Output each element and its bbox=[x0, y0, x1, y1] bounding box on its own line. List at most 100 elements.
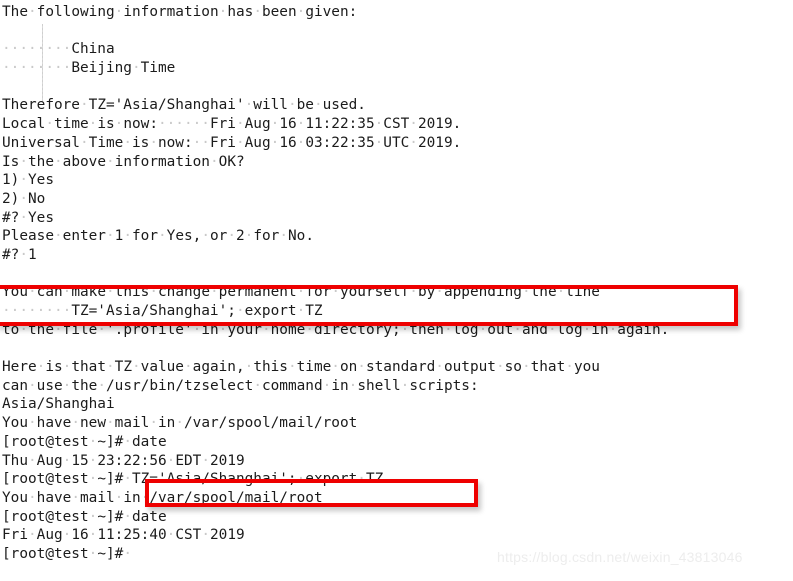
whitespace-dots: · bbox=[296, 284, 306, 301]
line-text: China bbox=[71, 41, 115, 58]
whitespace-dots: · bbox=[435, 284, 444, 301]
line-text: 15 bbox=[71, 452, 89, 469]
whitespace-dots: · bbox=[296, 4, 306, 20]
whitespace-dots: · bbox=[218, 321, 228, 338]
terminal-line: [root@test·~]#·date bbox=[2, 508, 793, 527]
whitespace-dots: · bbox=[261, 321, 271, 338]
line-text: is bbox=[45, 359, 63, 376]
whitespace-dots: · bbox=[305, 321, 314, 338]
line-text: log bbox=[452, 321, 479, 338]
whitespace-dots: · bbox=[582, 321, 592, 338]
terminal-line: can·use·the·/usr/bin/tzselect·command·in… bbox=[2, 377, 793, 396]
whitespace-dots: · bbox=[71, 415, 80, 432]
line-text: Please bbox=[2, 228, 54, 245]
whitespace-dots: · bbox=[296, 303, 306, 319]
whitespace-dots: · bbox=[28, 527, 37, 544]
whitespace-dots: · bbox=[331, 359, 340, 376]
line-text: [root@test bbox=[2, 471, 89, 488]
whitespace-dots: · bbox=[54, 321, 63, 338]
terminal-line: Here·is·that·TZ·value·again,·this·time·o… bbox=[2, 358, 793, 377]
whitespace-dots: · bbox=[287, 359, 297, 376]
whitespace-dots: · bbox=[235, 303, 245, 319]
line-text: ~]# bbox=[97, 545, 124, 562]
whitespace-dots: · bbox=[201, 527, 210, 544]
line-text: Yes, bbox=[166, 228, 202, 245]
line-text: 1) bbox=[2, 172, 20, 189]
whitespace-dots: · bbox=[296, 471, 306, 488]
whitespace-dots: · bbox=[348, 377, 358, 394]
whitespace-dots: · bbox=[201, 452, 210, 469]
line-text: home bbox=[270, 321, 306, 338]
line-text: Yes bbox=[28, 172, 54, 189]
whitespace-dots: · bbox=[521, 284, 531, 301]
line-text: given: bbox=[305, 4, 358, 20]
line-text: 2019. bbox=[417, 134, 462, 151]
line-text: the bbox=[71, 377, 98, 394]
line-text: command bbox=[261, 377, 323, 394]
whitespace-dots: · bbox=[106, 153, 115, 170]
whitespace-dots: · bbox=[28, 377, 37, 394]
whitespace-dots: · bbox=[54, 153, 63, 170]
line-text: in bbox=[201, 321, 219, 338]
terminal-line: ········Beijing·Time bbox=[2, 59, 793, 78]
line-text: been bbox=[261, 4, 297, 20]
line-text: this bbox=[114, 284, 150, 301]
line-text: now: bbox=[123, 116, 158, 133]
line-text: time bbox=[296, 359, 332, 376]
terminal-line: ········China bbox=[2, 40, 793, 59]
line-text: 23:22:56 bbox=[97, 452, 167, 469]
line-text: for bbox=[132, 228, 158, 245]
whitespace-dots: · bbox=[287, 97, 297, 114]
line-text: /var/spool/mail/root bbox=[184, 415, 358, 432]
line-text: directory; bbox=[313, 321, 401, 338]
whitespace-dots: · bbox=[227, 228, 236, 245]
line-text: value bbox=[140, 359, 184, 376]
terminal-line: Universal·Time·is·now:··Fri·Aug·16·03:22… bbox=[2, 134, 793, 153]
line-text: scripts: bbox=[409, 377, 479, 394]
line-text: following bbox=[36, 4, 115, 20]
line-text: change bbox=[158, 284, 210, 301]
whitespace-dots: · bbox=[400, 377, 410, 394]
whitespace-dots: · bbox=[106, 284, 115, 301]
line-text: in bbox=[591, 321, 609, 338]
line-text: 16 bbox=[279, 134, 297, 151]
line-text: line bbox=[565, 284, 600, 301]
line-text: You bbox=[2, 415, 28, 432]
line-text: out bbox=[487, 321, 514, 338]
whitespace-dots: · bbox=[175, 415, 184, 432]
line-text: /usr/bin/tzselect bbox=[106, 377, 254, 394]
line-text: TZ='Asia/Shanghai'; bbox=[71, 303, 236, 319]
whitespace-dots: · bbox=[357, 471, 366, 488]
terminal-line: Thu·Aug·15·23:22:56·EDT·2019 bbox=[2, 452, 793, 471]
line-text: Time bbox=[140, 60, 176, 77]
terminal-line: Is·the·above·information·OK? bbox=[2, 153, 793, 172]
whitespace-dots: · bbox=[322, 377, 332, 394]
line-text: Beijing bbox=[71, 60, 132, 77]
line-text: #? bbox=[2, 209, 20, 226]
whitespace-dots: · bbox=[88, 433, 98, 450]
whitespace-dots: · bbox=[279, 228, 289, 245]
line-text: so bbox=[504, 359, 522, 376]
line-text: EDT bbox=[175, 452, 202, 469]
terminal-window[interactable]: The·following·information·has·been·given… bbox=[0, 0, 793, 581]
whitespace-dots: · bbox=[244, 97, 254, 114]
line-text: Fri bbox=[209, 116, 236, 133]
whitespace-dots: · bbox=[409, 116, 418, 133]
line-text: have bbox=[36, 489, 72, 506]
line-text: TZ='Asia/Shanghai'; bbox=[131, 471, 297, 488]
whitespace-dots: · bbox=[270, 134, 280, 151]
line-text: The bbox=[2, 4, 28, 20]
whitespace-dots: · bbox=[400, 321, 410, 338]
line-text: 16 bbox=[71, 527, 89, 544]
line-text: the bbox=[530, 284, 557, 301]
line-text: ~]# bbox=[97, 433, 124, 450]
line-text: 1 bbox=[28, 246, 37, 263]
line-text: enter bbox=[62, 228, 106, 245]
whitespace-dots: · bbox=[97, 321, 106, 338]
line-text: [root@test bbox=[2, 508, 89, 525]
whitespace-dots: · bbox=[495, 359, 505, 376]
whitespace-dots: · bbox=[45, 116, 54, 133]
line-text: make bbox=[71, 284, 106, 301]
whitespace-dots: · bbox=[192, 321, 202, 338]
line-text: Universal bbox=[2, 134, 80, 151]
